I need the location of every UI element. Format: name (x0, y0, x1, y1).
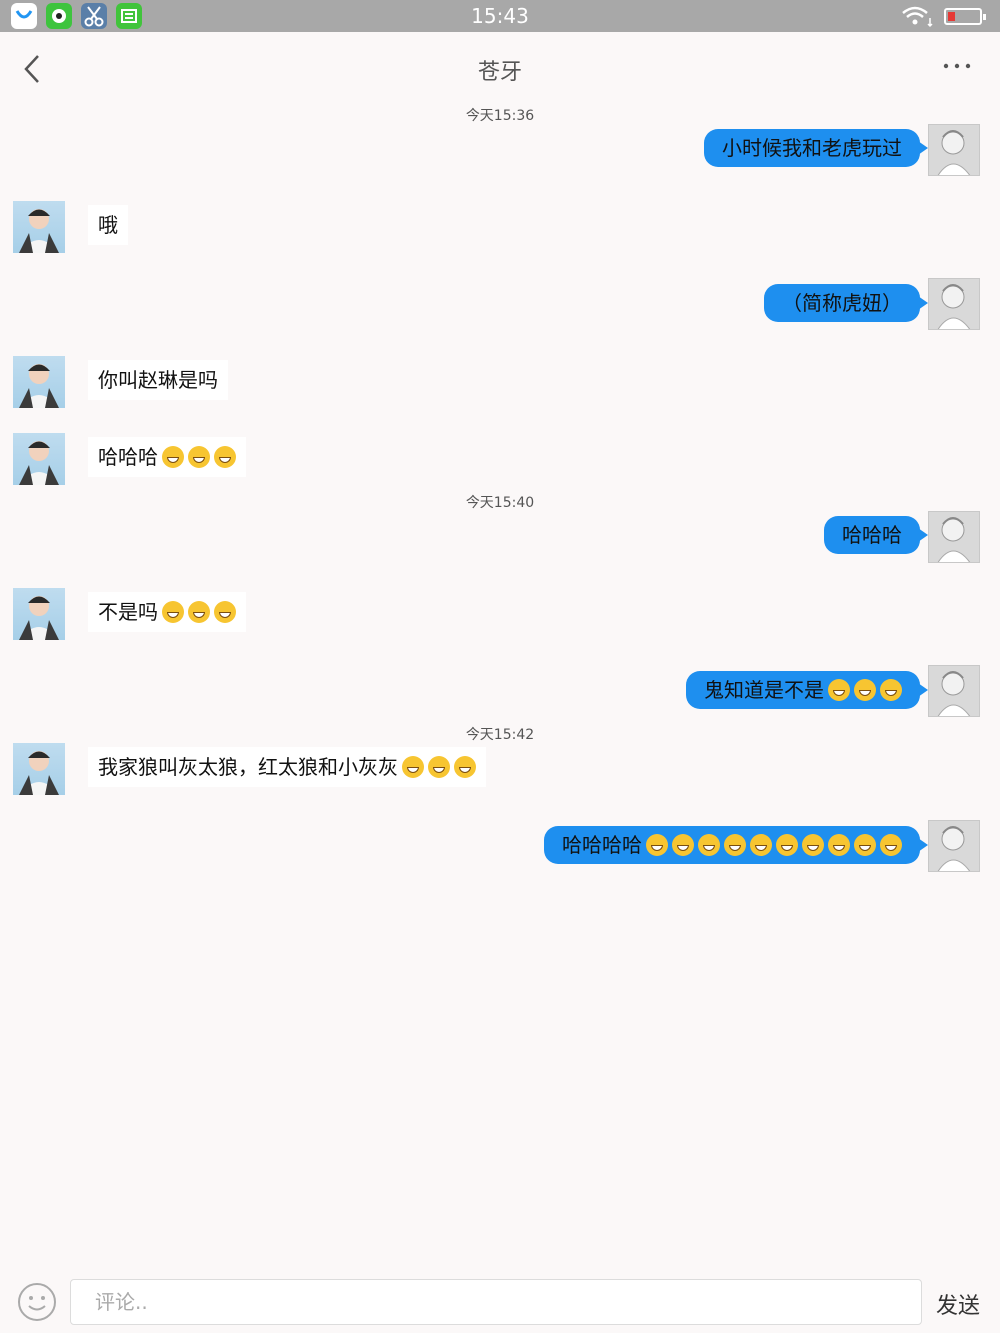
grinning-tears-emoji (214, 446, 236, 468)
timestamp: 今天15:40 (465, 495, 535, 511)
grinning-tears-emoji (672, 834, 694, 856)
battery-icon (944, 8, 986, 25)
grinning-tears-emoji (162, 446, 184, 468)
message-bubble-in[interactable]: 哈哈哈 (88, 437, 246, 477)
message-bubble-out[interactable]: 小时候我和老虎玩过 (704, 129, 928, 167)
timestamp: 今天15:36 (465, 108, 535, 124)
grinning-tears-emoji (188, 601, 210, 623)
more-dots-icon[interactable] (940, 56, 976, 76)
avatar[interactable] (13, 356, 65, 408)
message-text: 你叫赵琳是吗 (98, 368, 218, 392)
grinning-tears-emoji (698, 834, 720, 856)
avatar[interactable] (13, 433, 65, 485)
comment-input[interactable] (70, 1279, 922, 1325)
message-bubble-in[interactable]: 你叫赵琳是吗 (88, 360, 228, 400)
smiley-icon[interactable] (17, 1282, 57, 1322)
grinning-tears-emoji (880, 679, 902, 701)
message-bubble-out[interactable]: （简称虎妞） (764, 284, 928, 322)
grinning-tears-emoji (454, 756, 476, 778)
message-bubble-out[interactable]: 鬼知道是不是 (686, 671, 928, 709)
wifi-icon (900, 4, 934, 28)
avatar[interactable] (928, 665, 980, 717)
grinning-tears-emoji (188, 446, 210, 468)
status-time: 15:43 (471, 4, 529, 28)
avatar[interactable] (13, 201, 65, 253)
message-bubble-out[interactable]: 哈哈哈哈 (544, 826, 928, 864)
message-bubble-in[interactable]: 不是吗 (88, 592, 246, 632)
message-text: （简称虎妞） (782, 291, 902, 315)
comment-bar: 发送 (0, 1268, 1000, 1333)
grinning-tears-emoji (828, 679, 850, 701)
chat-title: 苍牙 (477, 60, 522, 85)
message-text: 不是吗 (98, 600, 158, 624)
grinning-tears-emoji (428, 756, 450, 778)
grinning-tears-emoji (854, 679, 876, 701)
message-bubble-in[interactable]: 我家狼叫灰太狼，红太狼和小灰灰 (88, 747, 486, 787)
avatar[interactable] (928, 820, 980, 872)
message-text: 哦 (98, 213, 118, 237)
grinning-tears-emoji (402, 756, 424, 778)
message-bubble-out[interactable]: 哈哈哈 (824, 516, 928, 554)
status-bar: 15:43 (0, 0, 1000, 32)
message-text: 哈哈哈哈 (562, 833, 642, 857)
grinning-tears-emoji (828, 834, 850, 856)
grinning-tears-emoji (646, 834, 668, 856)
timestamp: 今天15:42 (465, 727, 535, 743)
avatar[interactable] (928, 124, 980, 176)
grinning-tears-emoji (802, 834, 824, 856)
grinning-tears-emoji (776, 834, 798, 856)
avatar[interactable] (13, 588, 65, 640)
grinning-tears-emoji (724, 834, 746, 856)
grinning-tears-emoji (214, 601, 236, 623)
message-text: 鬼知道是不是 (704, 678, 824, 702)
grinning-tears-emoji (750, 834, 772, 856)
avatar[interactable] (13, 743, 65, 795)
grinning-tears-emoji (854, 834, 876, 856)
message-text: 小时候我和老虎玩过 (722, 136, 902, 160)
grinning-tears-emoji (880, 834, 902, 856)
chat-header: 苍牙 (0, 32, 1000, 104)
send-button[interactable]: 发送 (936, 1288, 980, 1320)
grinning-tears-emoji (162, 601, 184, 623)
message-bubble-in[interactable]: 哦 (88, 205, 128, 245)
avatar[interactable] (928, 511, 980, 563)
message-text: 我家狼叫灰太狼，红太狼和小灰灰 (98, 755, 398, 779)
message-text: 哈哈哈 (842, 523, 902, 547)
message-text: 哈哈哈 (98, 445, 158, 469)
avatar[interactable] (928, 278, 980, 330)
